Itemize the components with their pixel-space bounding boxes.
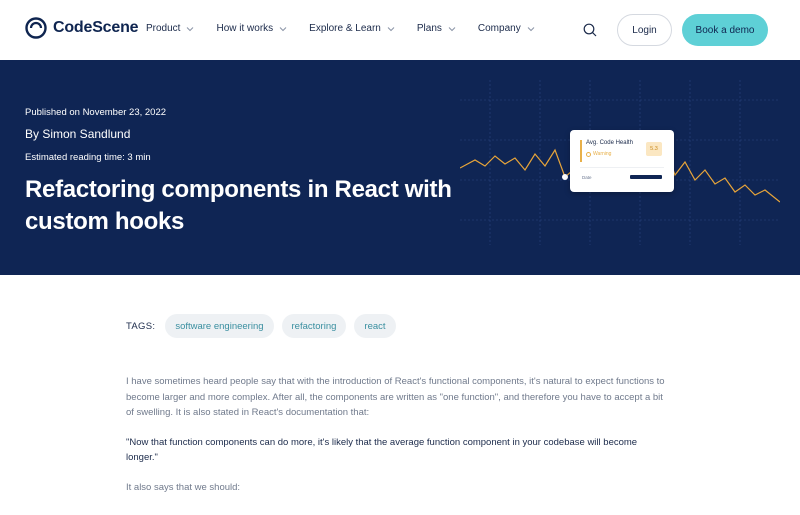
published-date: Published on November 23, 2022: [25, 107, 167, 118]
menu-item-label: Company: [477, 23, 521, 34]
avg-code-health-card: Avg. Code Health Warning 5.3 Date: [570, 130, 674, 192]
tag-react[interactable]: react: [354, 314, 396, 338]
card-accent-bar: [580, 140, 582, 162]
followup-paragraph: It also says that we should:: [126, 481, 241, 493]
menu-item-product[interactable]: Product: [146, 23, 194, 34]
search-icon[interactable]: [582, 22, 598, 38]
documentation-quote: "Now that function components can do mor…: [126, 436, 638, 464]
intro-paragraph: I have sometimes heard people say that w…: [126, 376, 665, 418]
tag-refactoring[interactable]: refactoring: [281, 314, 347, 338]
chevron-down-icon: [527, 26, 535, 31]
card-date-value: [630, 175, 662, 179]
tags-label: TAGS:: [126, 320, 156, 332]
warning-icon: [586, 151, 591, 157]
menu-item-explore-learn[interactable]: Explore & Learn: [309, 23, 395, 34]
top-navigation: CodeScene Product How it works Explore &…: [0, 0, 800, 60]
card-divider: [580, 167, 664, 168]
card-status-label: Warning: [593, 151, 612, 157]
book-demo-button[interactable]: Book a demo: [682, 14, 768, 46]
codescene-logo[interactable]: CodeScene: [25, 17, 139, 39]
logo-icon: [25, 17, 47, 39]
card-score: 5.3: [646, 142, 662, 156]
menu-item-label: Plans: [416, 23, 442, 34]
menu-item-label: Explore & Learn: [309, 23, 381, 34]
card-status: Warning: [586, 151, 611, 157]
article-hero: Published on November 23, 2022 By Simon …: [0, 60, 800, 275]
reading-time: Estimated reading time: 3 min: [25, 152, 151, 163]
card-date-label: Date: [582, 175, 592, 180]
page-title: Refactoring components in React with cus…: [25, 176, 452, 235]
main-menu: Product How it works Explore & Learn Pla…: [146, 23, 557, 34]
tag-software-engineering[interactable]: software engineering: [165, 314, 274, 338]
menu-item-plans[interactable]: Plans: [417, 23, 456, 34]
menu-item-company[interactable]: Company: [478, 23, 535, 34]
menu-item-how-it-works[interactable]: How it works: [216, 23, 287, 34]
chevron-down-icon: [387, 26, 395, 31]
logo-text: CodeScene: [53, 19, 139, 36]
menu-item-label: Product: [146, 23, 181, 34]
chevron-down-icon: [448, 26, 456, 31]
author-name: By Simon Sandlund: [25, 127, 131, 141]
chevron-down-icon: [279, 26, 287, 31]
article-tags: TAGS: software engineering refactoring r…: [126, 314, 404, 338]
menu-item-label: How it works: [216, 23, 274, 34]
card-title: Avg. Code Health: [586, 140, 633, 146]
article-body: I have sometimes heard people say that w…: [126, 374, 666, 495]
chevron-down-icon: [187, 26, 194, 31]
login-button[interactable]: Login: [617, 14, 672, 46]
